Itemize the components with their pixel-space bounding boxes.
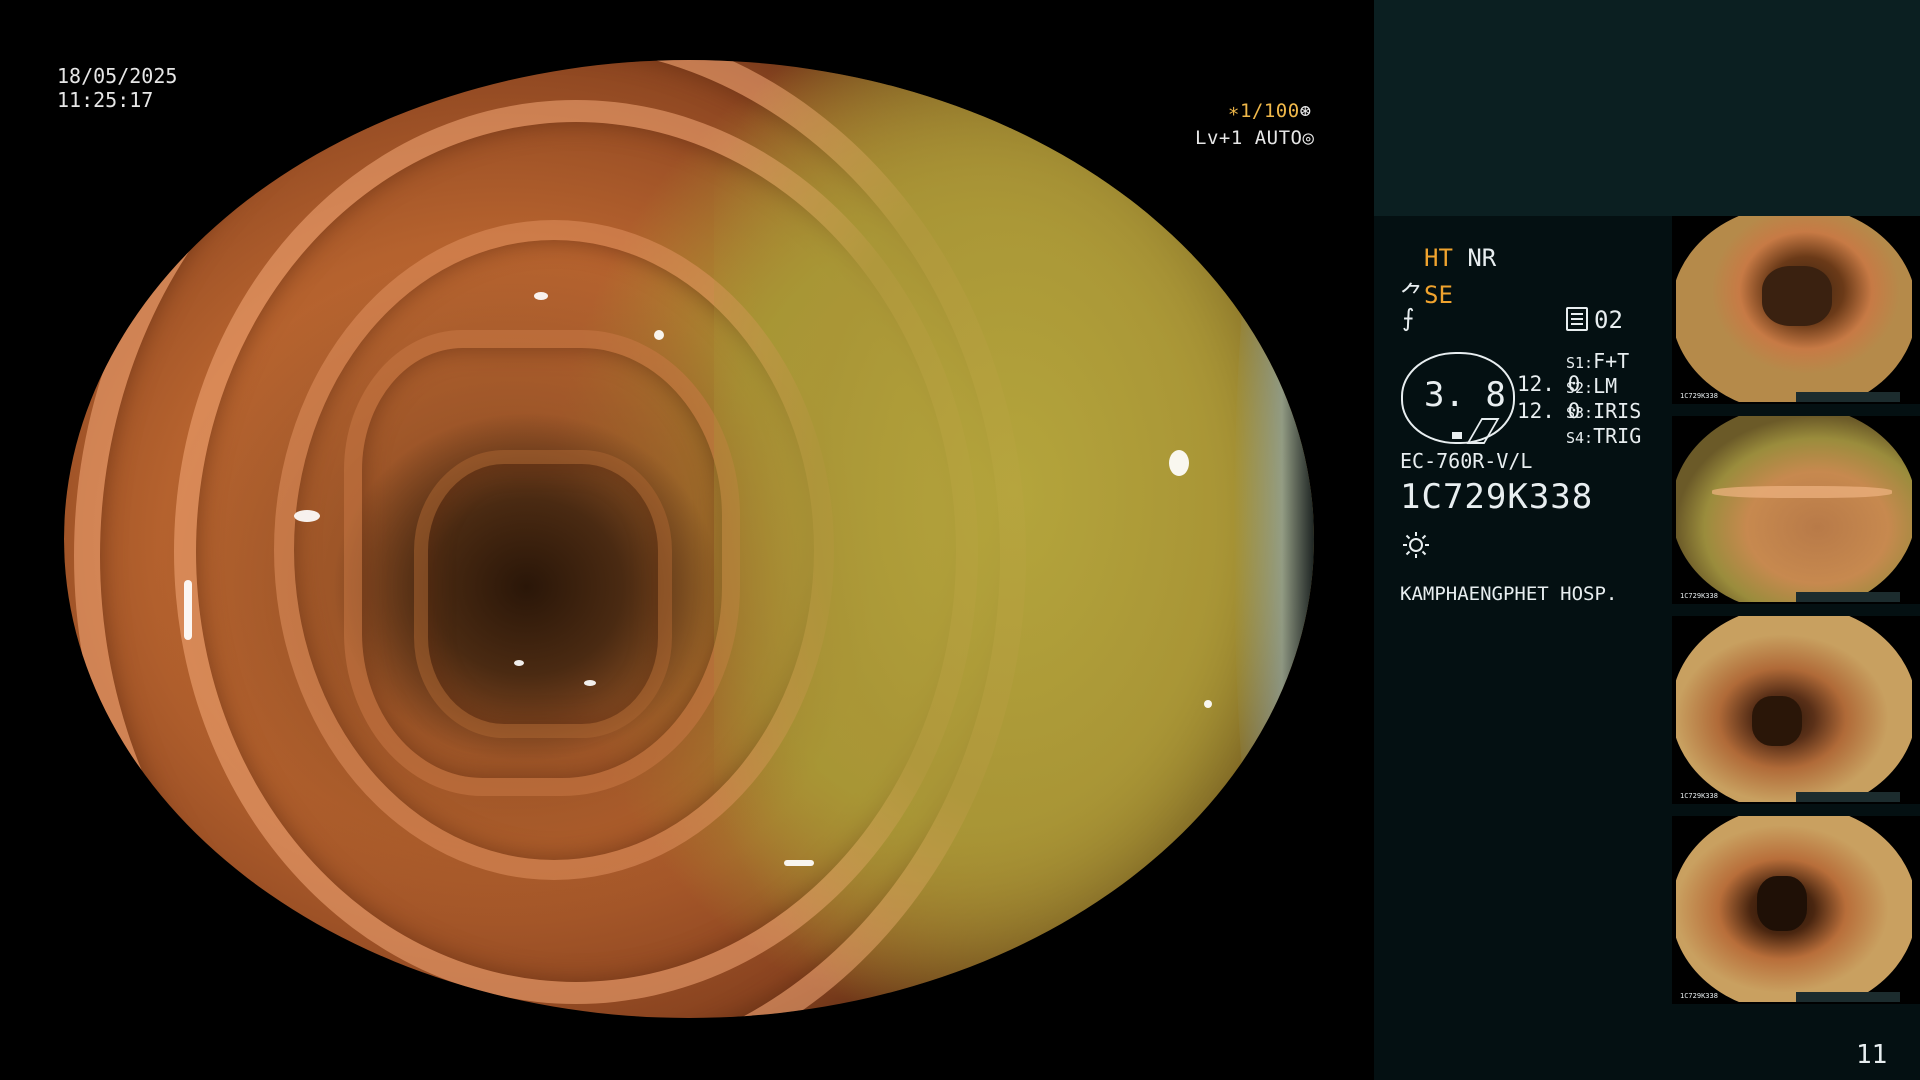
ht-nr-indicator: HT NR (1424, 244, 1496, 272)
date-text: 18/05/2025 (57, 64, 178, 88)
fluid-pool (714, 60, 1314, 1018)
date-time-stamp: 18/05/2025 11:25:17 (57, 64, 177, 112)
scope-cap-edge (1234, 160, 1314, 920)
hospital-name: KAMPHAENGPHET HOSP. (1400, 583, 1618, 605)
switch-s2: S2:LM (1566, 374, 1618, 398)
captured-thumbnail[interactable]: 1C729K338 (1672, 416, 1920, 604)
level-text: Lv+1 AUTO (1195, 127, 1303, 149)
switch-s1: S1:F+T (1566, 349, 1630, 373)
gauge-value: 3. 8 (1424, 375, 1506, 415)
thumbnail-caption: 1C729K338 (1680, 392, 1718, 400)
thumbnail-caption: 1C729K338 (1680, 792, 1718, 800)
light-reflection (514, 660, 524, 666)
switch-s4: S4:TRIG (1566, 424, 1642, 448)
memory-value: 02 (1594, 306, 1623, 334)
exposure-readout: ∗1/100⊛ (1228, 100, 1312, 122)
memory-indicator: 02 (1566, 306, 1623, 334)
time-text: 11:25:17 (57, 88, 154, 112)
captured-thumbnail[interactable]: 1C729K338 (1672, 216, 1920, 404)
auto-iris-icon: ◎ (1302, 127, 1315, 149)
light-reflection (584, 680, 596, 686)
endoscope-view (64, 60, 1314, 1018)
info-panel-header (1374, 0, 1920, 216)
endoscope-image (64, 60, 1314, 1018)
thumbnail-caption: 1C729K338 (1680, 592, 1718, 600)
light-reflection (184, 580, 192, 640)
light-reflection (1169, 450, 1189, 476)
ht-label: HT (1424, 244, 1453, 272)
thumbnail-caption: 1C729K338 (1680, 992, 1718, 1000)
light-reflection (534, 292, 548, 300)
light-reflection (784, 860, 814, 866)
brightness-level-readout: Lv+1 AUTO◎ (1195, 127, 1314, 149)
light-reflection (1204, 700, 1212, 708)
light-reflection (654, 330, 664, 340)
memory-card-icon (1566, 307, 1588, 331)
se-label: SE (1424, 281, 1453, 309)
gauge-marker-icon (1452, 432, 1462, 439)
mucosal-fold (414, 450, 672, 738)
captured-thumbnail[interactable]: 1C729K338 (1672, 616, 1920, 804)
light-reflection (294, 510, 320, 522)
switch-s3: S3:IRIS (1566, 399, 1642, 423)
captured-thumbnail[interactable]: 1C729K338 (1672, 816, 1920, 1004)
light-source-icon (1403, 532, 1429, 558)
nr-label: NR (1467, 244, 1497, 272)
scope-serial: 1C729K338 (1400, 477, 1594, 517)
exposure-text: ∗1/100 (1228, 100, 1300, 122)
scope-model: EC-760R-V/L (1400, 449, 1533, 473)
page-number: 11 (1856, 1040, 1888, 1070)
function-symbol: ⨍ (1402, 304, 1415, 332)
shutter-icon: ⊛ (1299, 100, 1312, 122)
